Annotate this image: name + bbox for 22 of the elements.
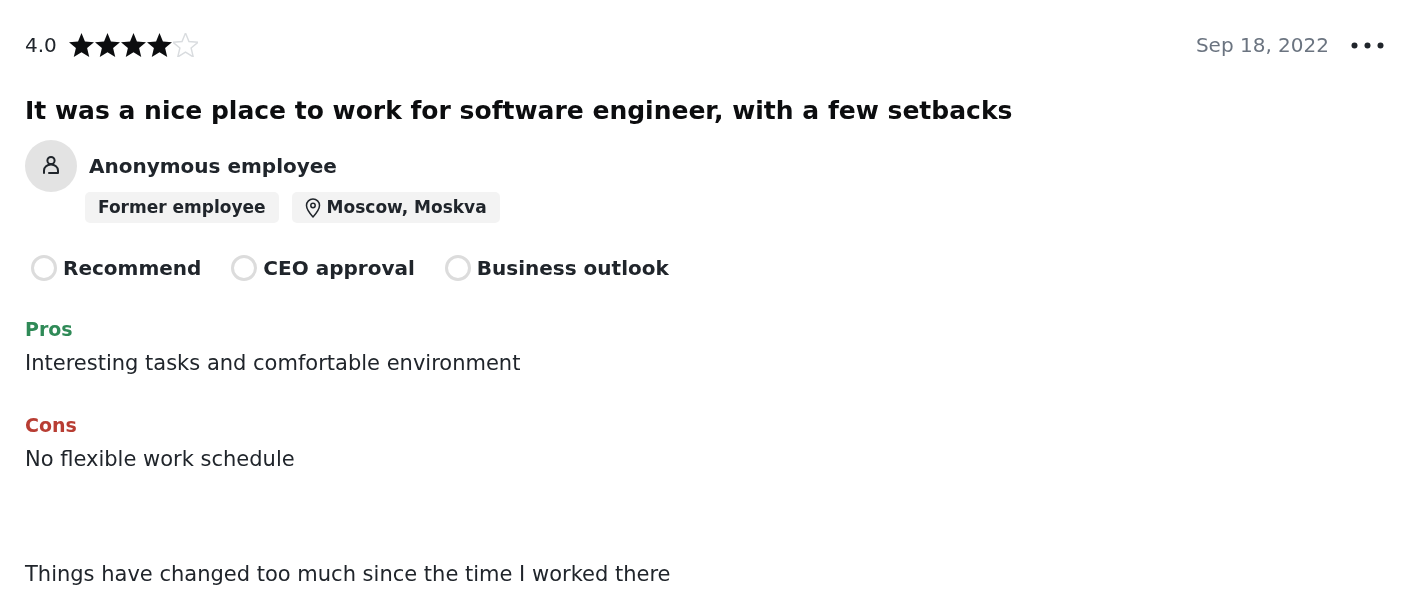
- rating-value: 4.0: [25, 32, 57, 59]
- more-options-icon[interactable]: [1351, 41, 1384, 49]
- star-icon: [146, 33, 172, 57]
- star-icon: [68, 33, 94, 57]
- section-text: No flexible work schedule: [25, 446, 296, 473]
- location-pin-icon: [304, 197, 321, 218]
- avatar-icon: [25, 140, 77, 192]
- location-label: Moscow, Moskva: [326, 196, 487, 219]
- sentiment-label: Business outlook: [476, 255, 669, 282]
- section-heading: Pros: [25, 317, 74, 342]
- sentiment-label: CEO approval: [263, 255, 415, 282]
- sentiment-label: Recommend: [63, 255, 202, 282]
- employment-status-tag: Former employee: [85, 192, 279, 223]
- star-icon: [94, 33, 120, 57]
- star-icon: [120, 33, 146, 57]
- star-icon: [172, 33, 198, 57]
- review-comment: Things have changed too much since the time I worked there: [25, 561, 672, 588]
- review-title: It was a nice place to work for software engineer, with a few setbacks: [25, 95, 1014, 127]
- section-heading: Cons: [25, 413, 78, 438]
- review-date: Sep 18, 2022: [1195, 32, 1329, 59]
- author-name: Anonymous employee: [89, 153, 337, 180]
- section-text: Interesting tasks and comfortable environment: [25, 350, 522, 377]
